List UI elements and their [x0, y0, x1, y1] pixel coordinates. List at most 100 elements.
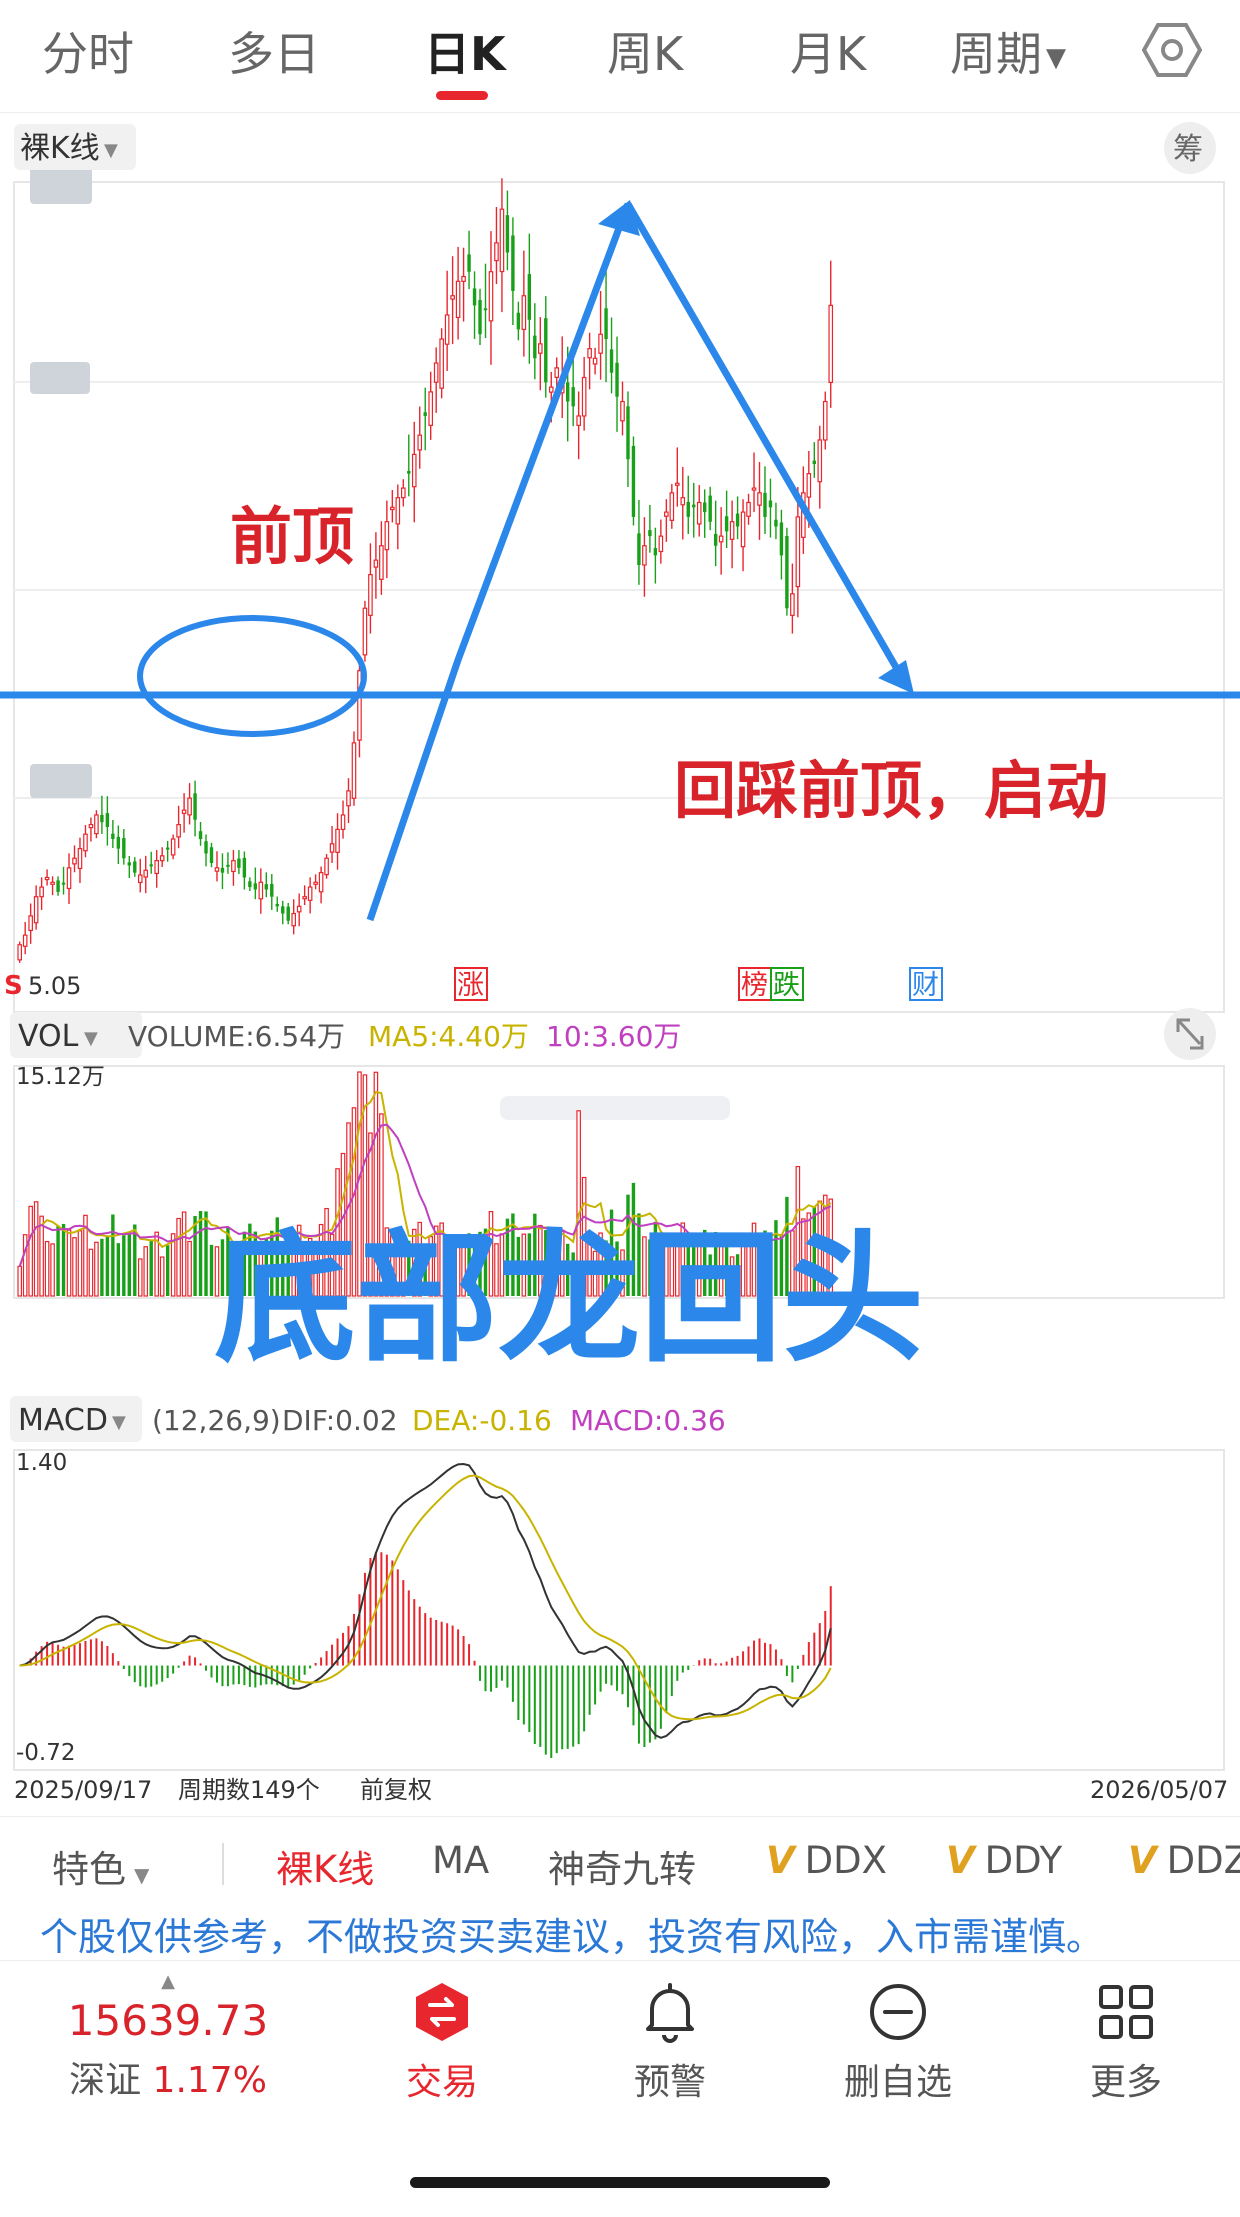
- volume-bar-down: [111, 1214, 115, 1296]
- volume-bar-down: [116, 1243, 121, 1296]
- feature-special-label: 特色: [52, 1848, 126, 1891]
- candle-body-down: [281, 906, 285, 914]
- volume-bar-up: [181, 1211, 187, 1297]
- tab-weekly-k[interactable]: 周K: [607, 18, 683, 84]
- candle-body-down: [571, 387, 575, 407]
- candle-body-down: [226, 864, 230, 867]
- kline-panel-frame: [13, 181, 1225, 1013]
- candle-body-down: [774, 519, 778, 527]
- candle-body-up: [576, 415, 581, 426]
- volume-bar-up: [176, 1217, 181, 1297]
- volume-max-label: 15.12万: [16, 1064, 105, 1090]
- candle-body-up: [757, 492, 762, 506]
- candle-body-up: [395, 497, 401, 525]
- candle-body-down: [242, 857, 247, 878]
- candle-body-down: [478, 300, 482, 335]
- candle-body-up: [554, 367, 560, 378]
- candle-body-up: [368, 573, 373, 616]
- candle-body-down: [116, 836, 121, 849]
- volume-bar-up: [137, 1258, 143, 1297]
- volume-bar-up: [44, 1240, 50, 1297]
- candle-body-down: [122, 838, 126, 859]
- volume-bar-up: [143, 1246, 149, 1297]
- candle-body-down: [763, 492, 767, 517]
- candle-body-down: [713, 533, 718, 546]
- prev-top-annotation: 前顶: [230, 500, 354, 573]
- candle-body-up: [231, 860, 236, 873]
- candle-body-up: [428, 391, 434, 426]
- candle-body-up: [822, 400, 828, 441]
- volume-bar-up: [187, 1240, 192, 1297]
- volume-bar-down: [56, 1225, 60, 1296]
- candle-body-down: [253, 883, 258, 890]
- candle-body-up: [642, 545, 647, 566]
- up-triangle-icon: ▲: [161, 1971, 175, 1992]
- candle-body-up: [664, 511, 669, 517]
- candle-body-up: [329, 843, 335, 853]
- candle-body-down: [264, 884, 268, 890]
- candle-body-up: [214, 867, 220, 872]
- candle-body-down: [812, 460, 816, 465]
- volume-bar-up: [66, 1229, 72, 1297]
- trade-label: 交易: [405, 2062, 478, 2103]
- macd-value: MACD:0.36: [570, 1404, 726, 1437]
- volume-bar-up: [159, 1256, 165, 1297]
- feature-naked-k[interactable]: 裸K线: [276, 1839, 374, 1893]
- trade-button[interactable]: 交易: [352, 1981, 532, 2105]
- candle-body-up: [439, 338, 444, 389]
- more-button[interactable]: 更多: [1036, 1981, 1216, 2105]
- candle-body-up: [50, 881, 55, 885]
- candle-body-up: [296, 905, 302, 913]
- remove-watchlist-label: 删自选: [843, 2062, 952, 2103]
- candle-body-up: [324, 857, 329, 876]
- alert-button[interactable]: 预警: [580, 1981, 760, 2105]
- trade-icon: [416, 1983, 468, 2041]
- index-change: 1.17%: [152, 2060, 267, 2101]
- macd-min-label: -0.72: [16, 1740, 76, 1766]
- candle-body-down: [648, 530, 652, 537]
- tab-monthly-k[interactable]: 月K: [790, 18, 866, 84]
- settings-hexagon-icon[interactable]: [1142, 22, 1202, 78]
- vip-v-icon: V: [766, 1839, 795, 1882]
- candle-body-up: [669, 492, 675, 521]
- feature-ddx[interactable]: V DDX: [766, 1839, 887, 1882]
- home-indicator: [410, 2177, 830, 2188]
- candle-body-up: [28, 915, 33, 931]
- volume-bar-down: [100, 1238, 104, 1296]
- feature-magic-nine[interactable]: 神奇九转: [548, 1839, 696, 1893]
- feature-special[interactable]: 特色 ▼: [52, 1839, 149, 1893]
- candle-body-up: [674, 482, 680, 486]
- active-tab-underline: [436, 91, 488, 100]
- candle-body-down: [653, 548, 658, 556]
- candle-body-down: [631, 445, 636, 517]
- feature-ddz[interactable]: V DDZ: [1128, 1839, 1240, 1882]
- candle-body-up: [401, 487, 406, 499]
- tab-period[interactable]: 周期 ▼: [950, 18, 1066, 84]
- tab-daily-k[interactable]: 日K: [424, 18, 506, 84]
- index-widget[interactable]: ▲ 15639.73 深证 1.17%: [48, 1971, 288, 2103]
- remove-watchlist-button[interactable]: 删自选: [808, 1981, 988, 2105]
- tab-multiday[interactable]: 多日: [228, 18, 320, 84]
- candle-body-down: [604, 308, 608, 340]
- candle-body-down: [193, 793, 197, 820]
- tab-intraday[interactable]: 分时: [42, 18, 134, 84]
- macd-params: (12,26,9): [152, 1404, 281, 1437]
- stock-chart: 裸K线 ▼ 筹 S 5.05 涨 榜 跌 财 前顶 回踩前顶，启动 VOL ▼ …: [0, 122, 1240, 1804]
- candle-body-down: [785, 536, 789, 609]
- candle-body-up: [313, 881, 318, 885]
- prev-top-circle: [137, 615, 367, 737]
- candle-body-down: [204, 841, 208, 854]
- candle-body-up: [598, 333, 603, 354]
- candle-body-down: [511, 235, 515, 291]
- candle-body-up: [302, 896, 307, 900]
- candle-body-down: [237, 858, 241, 868]
- feature-ma[interactable]: MA: [432, 1839, 489, 1882]
- macd-max-label: 1.40: [16, 1450, 67, 1476]
- feature-ddy[interactable]: V DDY: [946, 1839, 1062, 1882]
- candle-body-up: [94, 814, 99, 835]
- candle-body-up: [433, 362, 439, 383]
- bell-icon: [646, 1983, 694, 2043]
- candle-body-up: [33, 896, 39, 924]
- candle-body-down: [198, 831, 203, 840]
- vip-v-icon: V: [1128, 1839, 1157, 1882]
